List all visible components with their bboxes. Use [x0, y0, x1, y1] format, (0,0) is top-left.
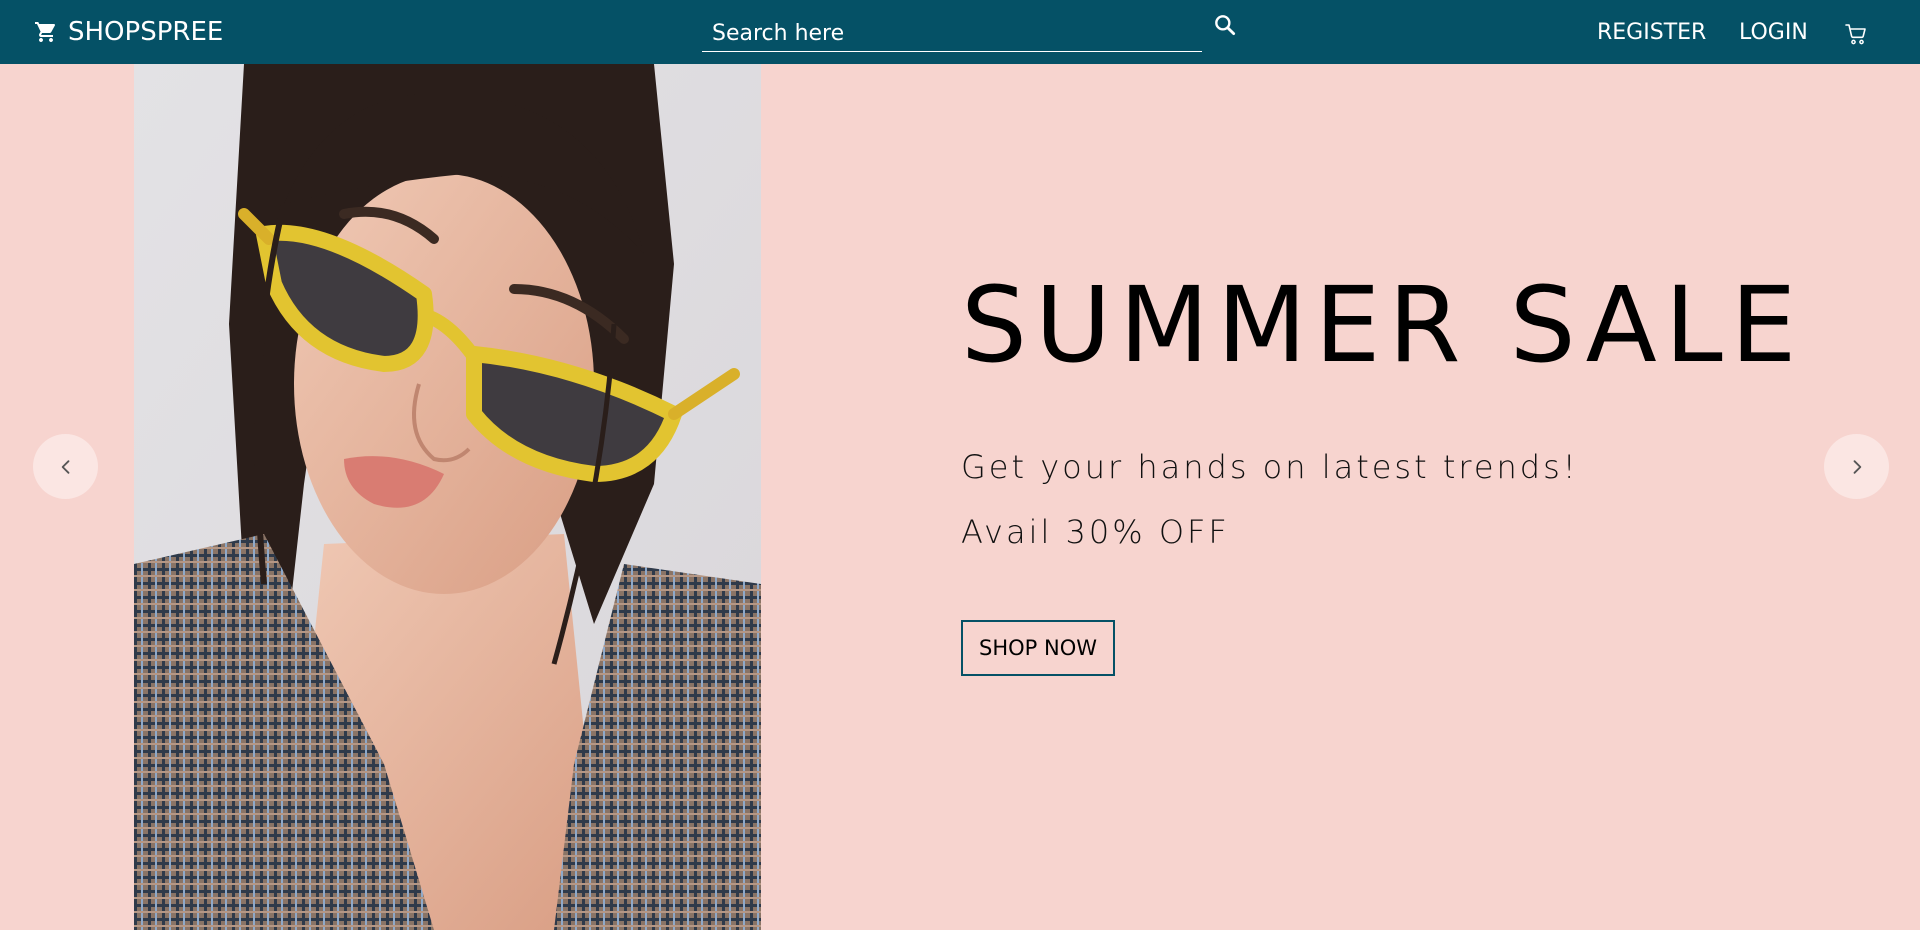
- brand-logo[interactable]: SHOPSPREE: [34, 0, 223, 64]
- search-input[interactable]: [702, 12, 1202, 51]
- hero-model-image: [134, 64, 761, 930]
- slider-next-button[interactable]: [1824, 434, 1889, 499]
- shop-now-button[interactable]: SHOP NOW: [961, 620, 1115, 676]
- search-icon: [1215, 15, 1236, 36]
- login-link[interactable]: LOGIN: [1739, 0, 1808, 64]
- cart-button[interactable]: [1844, 22, 1868, 46]
- hero-content: SUMMER SALE Get your hands on latest tre…: [961, 64, 1861, 930]
- brand-name: SHOPSPREE: [68, 17, 224, 47]
- hero-subtitle: Get your hands on latest trends!: [961, 448, 1579, 486]
- search-bar: [702, 12, 1202, 52]
- cart-icon: [1845, 24, 1866, 45]
- hero-title: SUMMER SALE: [961, 264, 1805, 386]
- hero-slider: SUMMER SALE Get your hands on latest tre…: [0, 64, 1920, 930]
- slider-prev-button[interactable]: [33, 434, 98, 499]
- register-link[interactable]: REGISTER: [1597, 0, 1706, 64]
- navbar: SHOPSPREE REGISTER LOGIN: [0, 0, 1920, 64]
- hero-offer: Avail 30% OFF: [961, 513, 1230, 551]
- chevron-left-icon: [61, 459, 69, 474]
- search-button[interactable]: [1212, 12, 1238, 38]
- shopping-cart-icon: [35, 22, 56, 42]
- chevron-right-icon: [1853, 459, 1861, 474]
